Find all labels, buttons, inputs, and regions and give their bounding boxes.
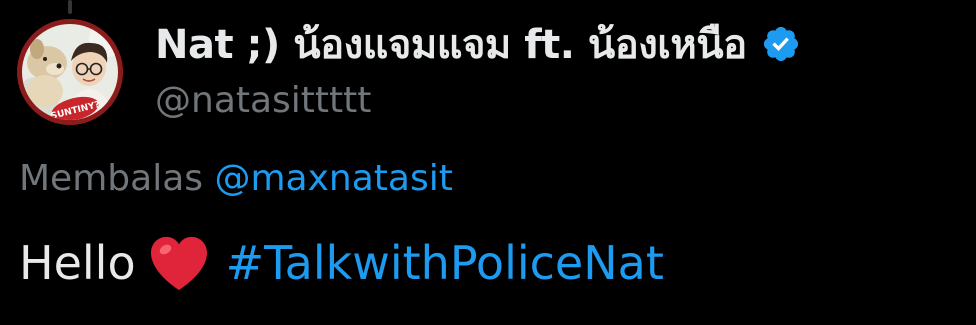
author-handle[interactable]: @natasittttt — [155, 80, 966, 121]
reply-label: Membalas — [19, 158, 204, 199]
author-name-row: Nat ;) น้องแจมแจม ft. น้องเหนือ — [155, 18, 966, 70]
avatar[interactable]: SUNTINY? — [17, 19, 123, 125]
hashtag-link[interactable]: #TalkwithPoliceNat — [226, 236, 664, 290]
author-display-name[interactable]: Nat ;) น้องแจมแจม ft. น้องเหนือ — [155, 12, 747, 76]
reply-mention-link[interactable]: @maxnatasit — [214, 158, 452, 199]
tweet-text: Hello #TalkwithPoliceNat — [19, 235, 664, 291]
tweet-header: Nat ;) น้องแจมแจม ft. น้องเหนือ @natasit… — [155, 18, 966, 121]
tweet-text-content: Hello — [19, 236, 136, 290]
red-heart-emoji-icon — [150, 236, 207, 291]
thread-connector-line — [68, 0, 72, 14]
reply-context: Membalas @maxnatasit — [19, 158, 453, 199]
avatar-photo: SUNTINY? — [17, 19, 123, 125]
verified-badge-icon[interactable] — [761, 24, 801, 64]
